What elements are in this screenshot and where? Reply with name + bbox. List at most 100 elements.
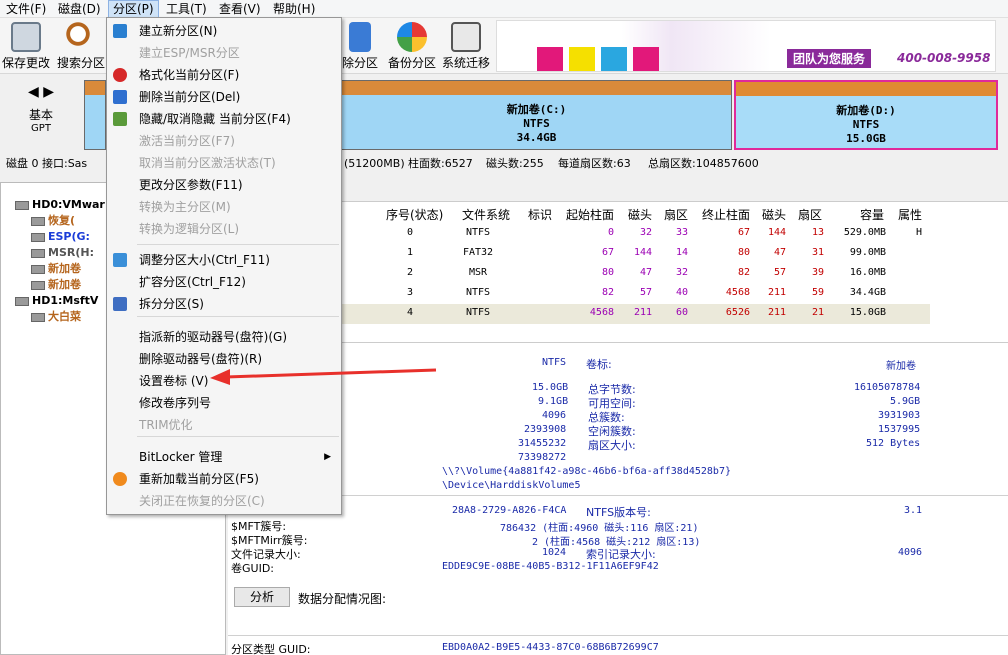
system-migration-button[interactable]: 系统迁移	[440, 20, 492, 72]
table-cell: 4568	[589, 307, 614, 318]
table-cell: NTFS	[465, 287, 491, 298]
tree-item[interactable]: 新加卷	[31, 261, 81, 277]
menu-item: 取消当前分区激活状态(T)	[107, 152, 341, 174]
table-cell: 211	[767, 307, 786, 318]
menu-bar: 文件(F) 磁盘(D) 分区(P) 工具(T) 查看(V) 帮助(H)	[0, 0, 1008, 18]
ad-banner[interactable]: 团队为您服务 400-008-9958	[496, 20, 996, 72]
menu-file[interactable]: 文件(F)	[2, 0, 50, 18]
menu-item[interactable]: 删除当前分区(Del)	[107, 86, 341, 108]
menu-item[interactable]: 格式化当前分区(F)	[107, 64, 341, 86]
col-header[interactable]: 容量	[860, 206, 884, 223]
menu-item[interactable]: 隐藏/取消隐藏 当前分区(F4)	[107, 108, 341, 130]
menu-item-label: BitLocker 管理	[139, 450, 223, 464]
col-header[interactable]: 磁头	[628, 206, 652, 223]
reload-icon	[113, 472, 127, 486]
table-cell: NTFS	[465, 307, 491, 318]
menu-item-label: 调整分区大小(Ctrl_F11)	[139, 253, 270, 267]
partition-seg-d[interactable]: 新加卷(D:) NTFS 15.0GB	[734, 80, 998, 150]
col-header[interactable]: 扇区	[664, 206, 688, 223]
menu-item[interactable]: BitLocker 管理 ▶	[107, 446, 341, 468]
table-cell: 60	[675, 307, 688, 318]
menu-item[interactable]: 建立新分区(N)	[107, 20, 341, 42]
trash-icon	[349, 22, 371, 52]
tree-item[interactable]: ESP(G:	[31, 229, 90, 245]
col-header[interactable]: 起始柱面	[566, 206, 614, 223]
menu-item: 激活当前分区(F7)	[107, 130, 341, 152]
hdd-icon	[31, 248, 45, 258]
menu-partition[interactable]: 分区(P)	[108, 0, 159, 18]
col-header[interactable]: 磁头	[762, 206, 786, 223]
table-cell: MSR	[468, 267, 488, 278]
table-cell: 6526	[725, 307, 750, 318]
menu-view[interactable]: 查看(V)	[215, 0, 265, 18]
table-cell: 34.4GB	[849, 287, 886, 298]
format-icon	[113, 68, 127, 82]
menu-tools[interactable]: 工具(T)	[162, 0, 211, 18]
menu-item[interactable]: 重新加载当前分区(F5)	[107, 468, 341, 490]
menu-item-label: 关闭正在恢复的分区(C)	[139, 494, 265, 508]
menu-item[interactable]: 拆分分区(S)	[107, 293, 341, 315]
table-cell: 4	[406, 307, 414, 318]
tree-disk-hd0[interactable]: HD0:VMwar	[15, 197, 105, 213]
hdd-icon	[15, 296, 29, 306]
table-cell: 529.0MB	[843, 227, 886, 238]
menu-item: 关闭正在恢复的分区(C)	[107, 490, 341, 512]
table-cell: 39	[811, 267, 824, 278]
table-cell: 99.0MB	[849, 247, 886, 258]
partition-seg-small[interactable]	[84, 80, 106, 150]
tree-disk-hd1[interactable]: HD1:MsftV	[15, 293, 98, 309]
table-cell: 67	[737, 227, 750, 238]
split-icon	[113, 297, 127, 311]
col-header[interactable]: 扇区	[798, 206, 822, 223]
col-header[interactable]: 标识	[528, 206, 552, 223]
disk-style-label: 基本	[28, 108, 53, 122]
menu-item-label: 指派新的驱动器号(盘符)(G)	[139, 330, 288, 344]
table-cell: NTFS	[465, 227, 491, 238]
save-changes-button[interactable]: 保存更改	[0, 20, 52, 72]
tree-item[interactable]: 大白菜	[31, 309, 81, 325]
menu-item[interactable]: 扩容分区(Ctrl_F12)	[107, 271, 341, 293]
tree-item[interactable]: MSR(H:	[31, 245, 94, 261]
partition-seg-c[interactable]: 新加卷(C:) NTFS 34.4GB	[342, 80, 732, 150]
table-cell: 3	[406, 287, 414, 298]
table-cell: 33	[675, 227, 688, 238]
col-header[interactable]: 文件系统	[462, 206, 510, 223]
menu-item-label: 建立新分区(N)	[139, 24, 218, 38]
table-cell: 47	[639, 267, 652, 278]
menu-item[interactable]: 调整分区大小(Ctrl_F11)	[107, 249, 341, 271]
hdd-icon	[31, 264, 45, 274]
table-cell: H	[915, 227, 922, 238]
col-header[interactable]: 终止柱面	[702, 206, 750, 223]
menu-item[interactable]: 指派新的驱动器号(盘符)(G)	[107, 326, 341, 348]
menu-separator	[137, 244, 339, 245]
search-partition-button[interactable]: 搜索分区	[55, 20, 107, 72]
analyze-button[interactable]: 分析	[234, 587, 290, 607]
hdd-icon	[31, 280, 45, 290]
menu-item-label: 拆分分区(S)	[139, 297, 204, 311]
monitor-icon	[451, 22, 481, 52]
tree-item[interactable]: 恢复(	[31, 213, 75, 229]
table-cell: 32	[639, 227, 652, 238]
nav-arrows-icon[interactable]: ◀ ▶	[0, 84, 82, 100]
col-header[interactable]: 序号(状态)	[386, 206, 443, 223]
menu-item[interactable]: 更改分区参数(F11)	[107, 174, 341, 196]
menu-item-label: 修改卷序列号	[139, 396, 212, 410]
menu-item-label: TRIM优化	[139, 418, 193, 432]
red-arrow-annotation	[210, 368, 437, 385]
menu-item-label: 更改分区参数(F11)	[139, 178, 243, 192]
col-header[interactable]: 属性	[898, 206, 922, 223]
partition-menu-dropdown: 建立新分区(N) 建立ESP/MSR分区 格式化当前分区(F) 删除当前分区(Del)…	[106, 17, 342, 515]
hdd-icon	[15, 200, 29, 210]
tree-item[interactable]: 新加卷	[31, 277, 81, 293]
menu-disk[interactable]: 磁盘(D)	[54, 0, 105, 18]
table-cell: 21	[811, 307, 824, 318]
menu-item[interactable]: 修改卷序列号	[107, 392, 341, 414]
table-cell: FAT32	[462, 247, 494, 258]
submenu-arrow-icon: ▶	[324, 452, 331, 462]
menu-help[interactable]: 帮助(H)	[269, 0, 319, 18]
new-partition-icon	[113, 24, 127, 38]
backup-partition-button[interactable]: 备份分区	[386, 20, 438, 72]
table-cell: 80	[737, 247, 750, 258]
table-cell: 211	[633, 307, 652, 318]
table-cell: 4568	[725, 287, 750, 298]
